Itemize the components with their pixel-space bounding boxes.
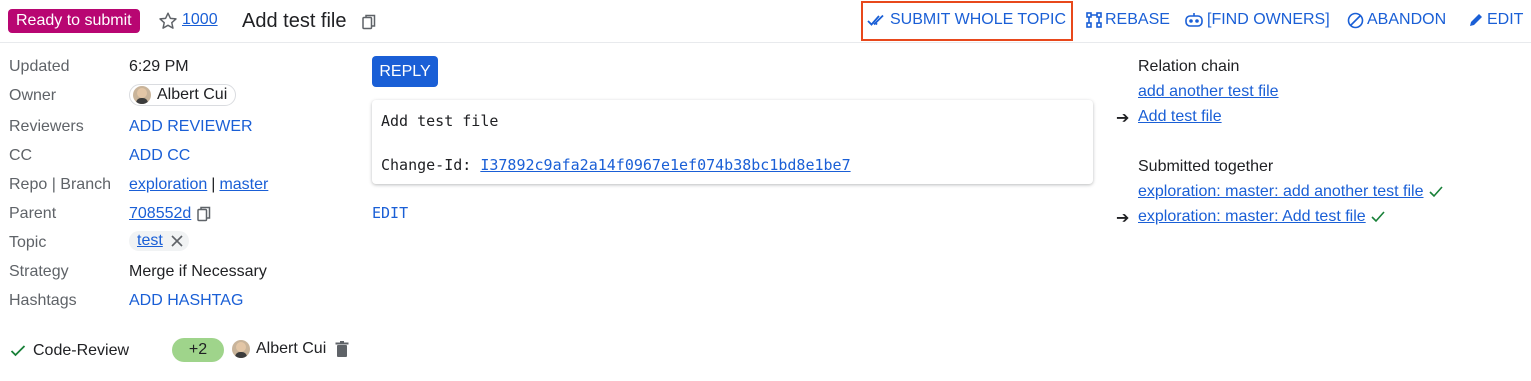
reply-button[interactable]: REPLY <box>372 56 438 87</box>
add-cc-button[interactable]: ADD CC <box>129 147 190 165</box>
edit-commit-message-button[interactable]: EDIT <box>372 204 408 222</box>
code-review-label: Code-Review <box>33 342 130 359</box>
voter: Albert Cui <box>232 340 349 358</box>
repo-branch-label: Repo | Branch <box>9 176 111 193</box>
add-hashtag-button[interactable]: ADD HASHTAG <box>129 292 243 310</box>
submit-whole-topic-label: SUBMIT WHOLE TOPIC <box>890 11 1067 28</box>
edit-label: EDIT <box>1487 11 1524 28</box>
current-arrow-icon: ➔ <box>1116 210 1130 227</box>
add-reviewer-button[interactable]: ADD REVIEWER <box>129 118 253 136</box>
close-icon[interactable] <box>171 235 183 247</box>
owner-name: Albert Cui <box>157 86 228 103</box>
submitted-together-link[interactable]: exploration: master: add another test fi… <box>1138 183 1424 201</box>
relation-chain-item: add another test file <box>1138 83 1279 101</box>
vote-chip[interactable]: +2 <box>172 338 224 362</box>
repo-link[interactable]: exploration <box>129 176 207 194</box>
updated-value: 6:29 PM <box>129 58 189 75</box>
submitted-together-item: exploration: master: add another test fi… <box>1138 183 1443 201</box>
submit-whole-topic-button[interactable]: SUBMIT WHOLE TOPIC <box>867 11 1066 29</box>
status-badge: Ready to submit <box>8 9 140 33</box>
cc-label: CC <box>9 147 33 164</box>
pencil-icon <box>1470 14 1482 26</box>
relation-chain-item: Add test file <box>1138 108 1222 126</box>
change-id-prefix: Change-Id: <box>381 156 481 174</box>
change-header: Ready to submit 1000 Add test file SUBMI… <box>0 0 1531 43</box>
find-owners-button[interactable]: [FIND OWNERS] <box>1184 11 1330 29</box>
edit-button[interactable]: EDIT <box>1468 11 1523 29</box>
updated-label: Updated <box>9 58 70 75</box>
commit-subject: Add test file <box>381 112 499 130</box>
branch-link[interactable]: master <box>219 176 268 194</box>
submitted-together-link[interactable]: exploration: master: Add test file <box>1138 208 1366 226</box>
strategy-value: Merge if Necessary <box>129 263 267 280</box>
code-review-row: Code-Review <box>10 340 129 362</box>
rebase-button[interactable]: REBASE <box>1086 11 1170 29</box>
check-icon <box>10 345 26 357</box>
relation-chain-link[interactable]: Add test file <box>1138 108 1222 126</box>
avatar <box>232 340 250 358</box>
commit-message-box: Add test file Change-Id: I37892c9afa2a14… <box>372 100 1093 184</box>
parent-label: Parent <box>9 205 57 222</box>
owner-label: Owner <box>9 87 57 104</box>
owner-chip[interactable]: Albert Cui <box>129 84 237 106</box>
change-number-link[interactable]: 1000 <box>182 11 218 29</box>
double-check-icon <box>867 14 884 26</box>
separator: | <box>211 176 216 193</box>
avatar <box>133 86 151 104</box>
trash-icon[interactable] <box>335 340 349 358</box>
topic-link[interactable]: test <box>137 232 163 250</box>
rebase-icon <box>1086 12 1102 28</box>
copy-icon[interactable] <box>362 14 376 30</box>
strategy-label: Strategy <box>9 263 69 280</box>
abandon-button[interactable]: ABANDON <box>1347 11 1446 29</box>
change-id-link[interactable]: I37892c9afa2a14f0967e1ef074b38bc1bd8e1be… <box>480 156 850 174</box>
copy-icon[interactable] <box>197 206 211 222</box>
submitted-together-heading: Submitted together <box>1138 158 1274 175</box>
hashtags-label: Hashtags <box>9 292 77 309</box>
parent-link[interactable]: 708552d <box>129 205 191 223</box>
topic-chip: test <box>129 231 189 251</box>
robot-icon <box>1185 13 1203 27</box>
rebase-label: REBASE <box>1105 11 1170 28</box>
submitted-together-item: exploration: master: Add test file <box>1138 208 1385 226</box>
change-id-line: Change-Id: I37892c9afa2a14f0967e1ef074b3… <box>381 156 851 174</box>
current-arrow-icon: ➔ <box>1116 110 1130 127</box>
reviewers-label: Reviewers <box>9 118 84 135</box>
relation-chain-heading: Relation chain <box>1138 58 1240 75</box>
find-owners-label: [FIND OWNERS] <box>1207 11 1330 28</box>
check-icon <box>1428 186 1443 198</box>
relation-chain-link[interactable]: add another test file <box>1138 83 1279 101</box>
topic-label: Topic <box>9 234 47 251</box>
star-icon[interactable] <box>157 10 179 32</box>
block-icon <box>1347 12 1364 28</box>
check-icon <box>1371 211 1385 223</box>
change-subject: Add test file <box>242 10 347 32</box>
abandon-label: ABANDON <box>1367 11 1447 28</box>
voter-name: Albert Cui <box>256 340 327 357</box>
